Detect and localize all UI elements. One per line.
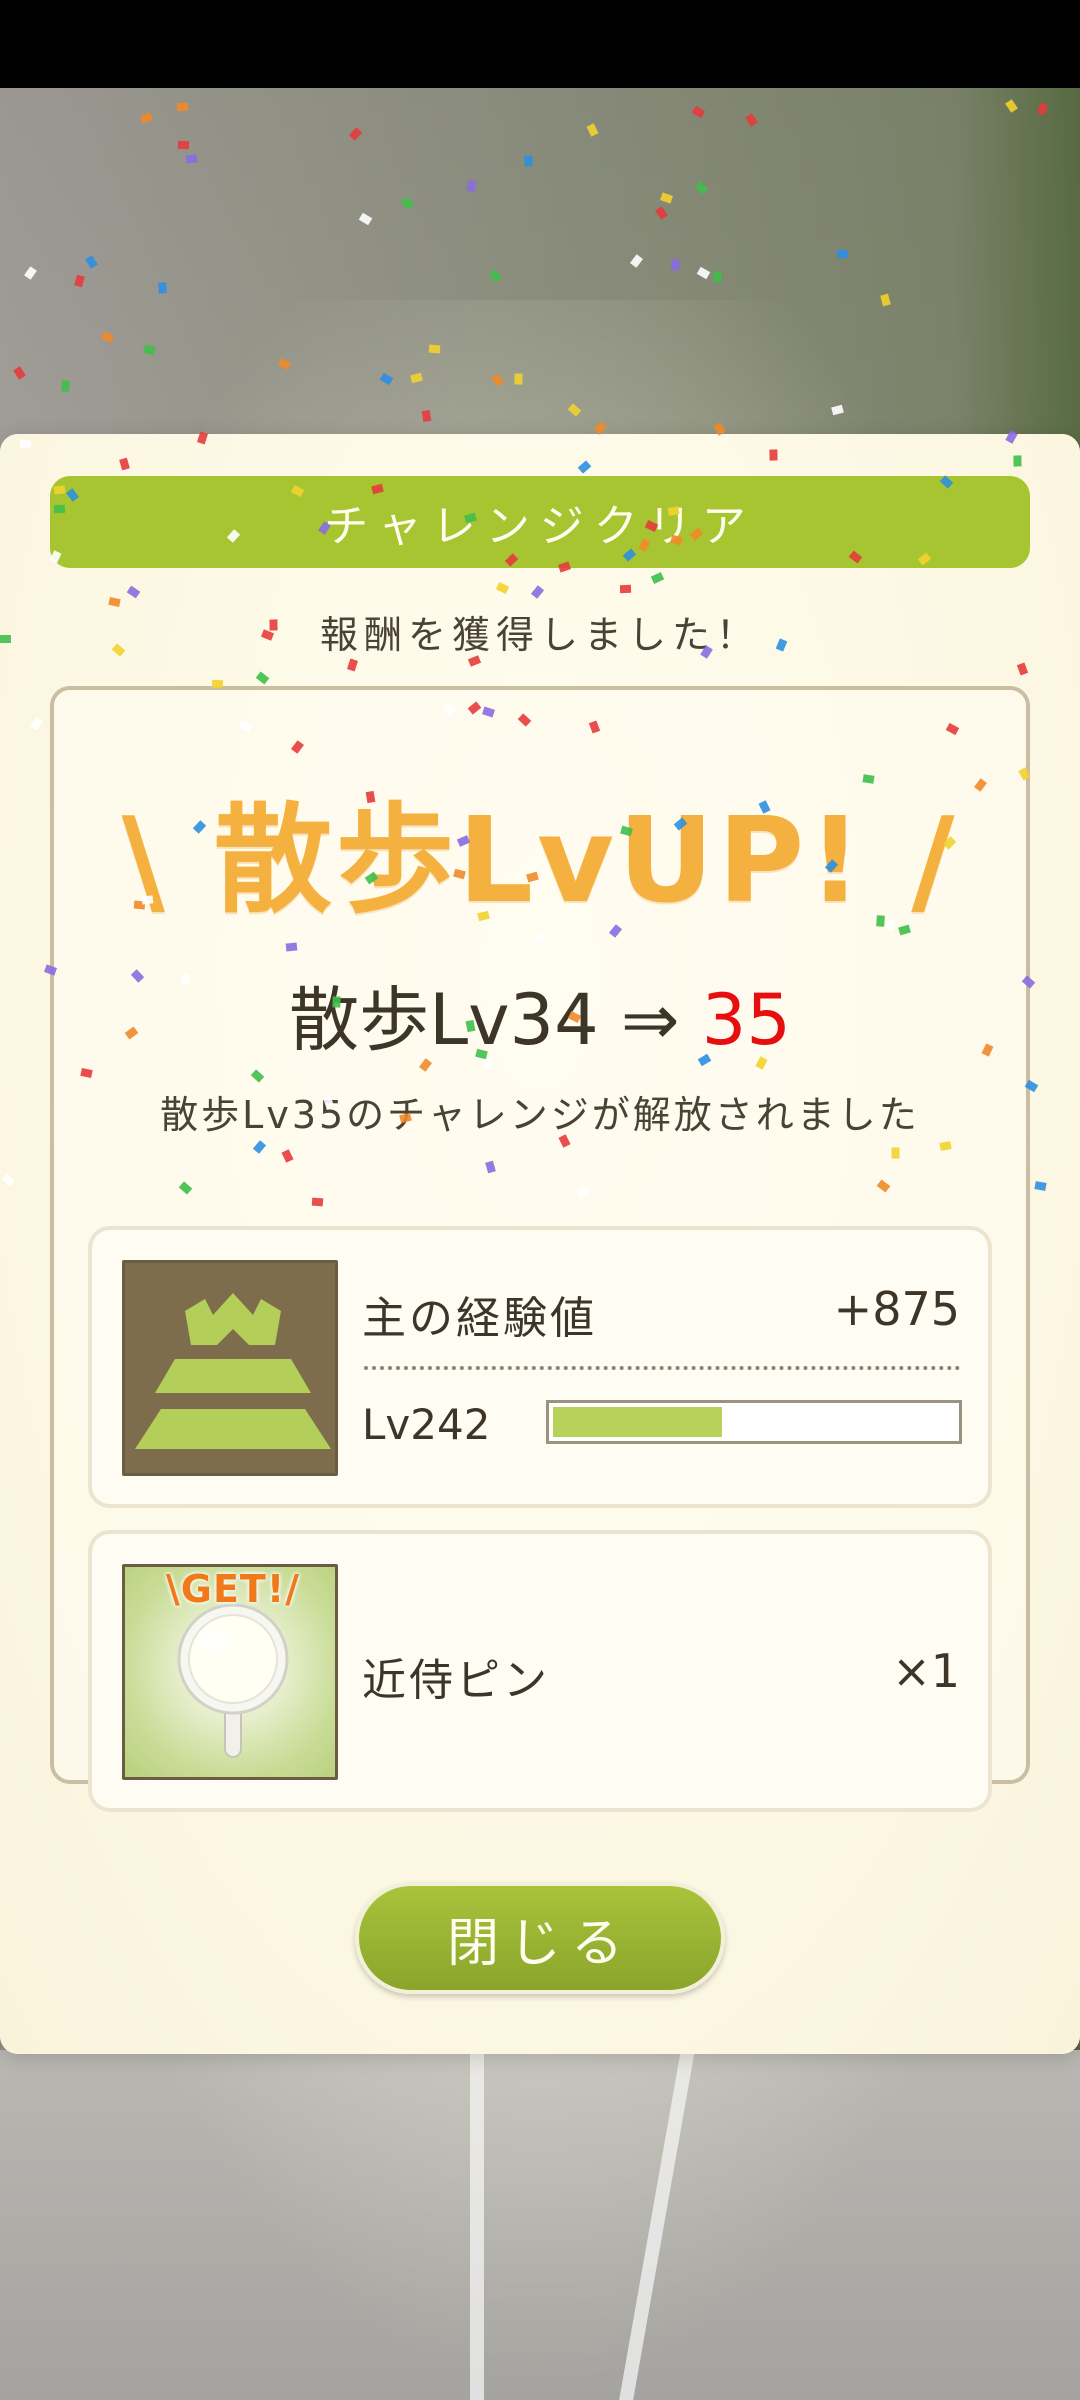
exp-reward-card: 主の経験値 +875 Lv242: [88, 1226, 992, 1508]
level-change-to: 35: [701, 979, 791, 1061]
player-level: Lv242: [362, 1400, 491, 1449]
level-change-from: 散歩Lv34 ⇒: [289, 979, 702, 1061]
unlock-message: 散歩Lv35のチャレンジが解放されました: [160, 1093, 920, 1137]
castle-icon: [122, 1260, 338, 1476]
reward-subtitle: 報酬を獲得しました！: [319, 613, 760, 657]
status-bar: [0, 0, 1080, 88]
pin-icon: \GET!/: [122, 1564, 338, 1780]
exp-value: +875: [833, 1282, 960, 1336]
exp-progress-fill: [553, 1407, 722, 1437]
exp-label: 主の経験値: [362, 1293, 597, 1344]
exp-progress-bar: [546, 1400, 962, 1444]
challenge-clear-banner: チャレンジクリア: [50, 476, 1030, 568]
divider: [364, 1366, 960, 1370]
item-label: 近侍ピン: [362, 1655, 550, 1706]
background-road: [0, 2050, 1080, 2400]
reward-modal: チャレンジクリア 報酬を獲得しました！ \ 散歩LvUP! / 散歩Lv34 ⇒…: [0, 434, 1080, 2054]
level-change-text: 散歩Lv34 ⇒ 35: [0, 964, 1080, 1065]
item-count: ×1: [892, 1644, 960, 1698]
walk-level-up-headline: \ 散歩LvUP! /: [121, 791, 959, 929]
get-badge: \GET!/: [165, 1567, 301, 1611]
close-button[interactable]: 閉じる: [355, 1882, 725, 1994]
road-line: [470, 2050, 484, 2400]
item-reward-card: \GET!/ 近侍ピン ×1: [88, 1530, 992, 1812]
